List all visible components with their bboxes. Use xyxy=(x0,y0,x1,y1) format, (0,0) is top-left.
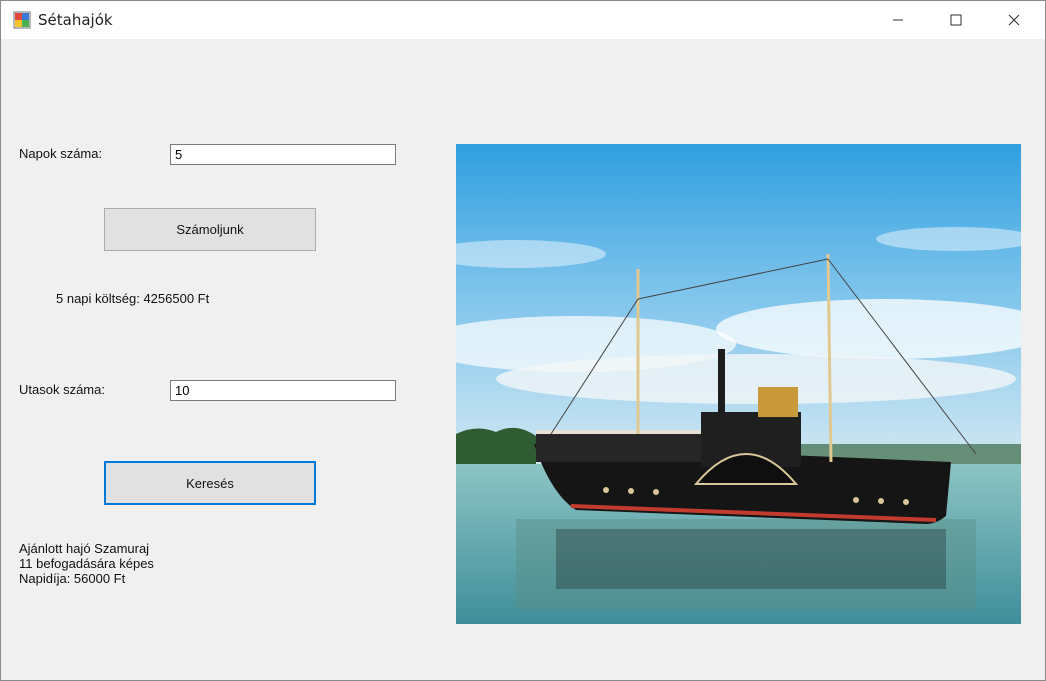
close-button[interactable] xyxy=(991,1,1037,39)
recommendation-daily-fee: Napidíja: 56000 Ft xyxy=(19,571,126,586)
recommendation-capacity: 11 befogadására képes xyxy=(19,556,154,571)
maximize-icon xyxy=(950,14,962,26)
minimize-icon xyxy=(893,19,903,21)
title-bar[interactable]: Sétahajók xyxy=(1,1,1045,39)
maximize-button[interactable] xyxy=(933,1,979,39)
search-button[interactable]: Keresés xyxy=(104,461,316,505)
app-window: Sétahajók Napok száma: 5 Számoljunk 5 na… xyxy=(0,0,1046,681)
days-input[interactable]: 5 xyxy=(170,144,396,165)
recommendation-ship: Ajánlott hajó Szamuraj xyxy=(19,541,150,556)
window-title: Sétahajók xyxy=(38,11,113,29)
days-label: Napok száma: xyxy=(19,146,103,161)
passengers-input[interactable]: 10 xyxy=(170,380,396,401)
ship-picture xyxy=(456,144,1021,624)
passengers-label: Utasok száma: xyxy=(19,382,105,397)
app-icon xyxy=(13,11,31,29)
cost-result-label: 5 napi költség: 4256500 Ft xyxy=(56,291,210,306)
close-icon xyxy=(1008,14,1020,26)
minimize-button[interactable] xyxy=(875,1,921,39)
calculate-button[interactable]: Számoljunk xyxy=(104,208,316,251)
recommendation-result: Ajánlott hajó Szamuraj 11 befogadására k… xyxy=(19,541,154,586)
